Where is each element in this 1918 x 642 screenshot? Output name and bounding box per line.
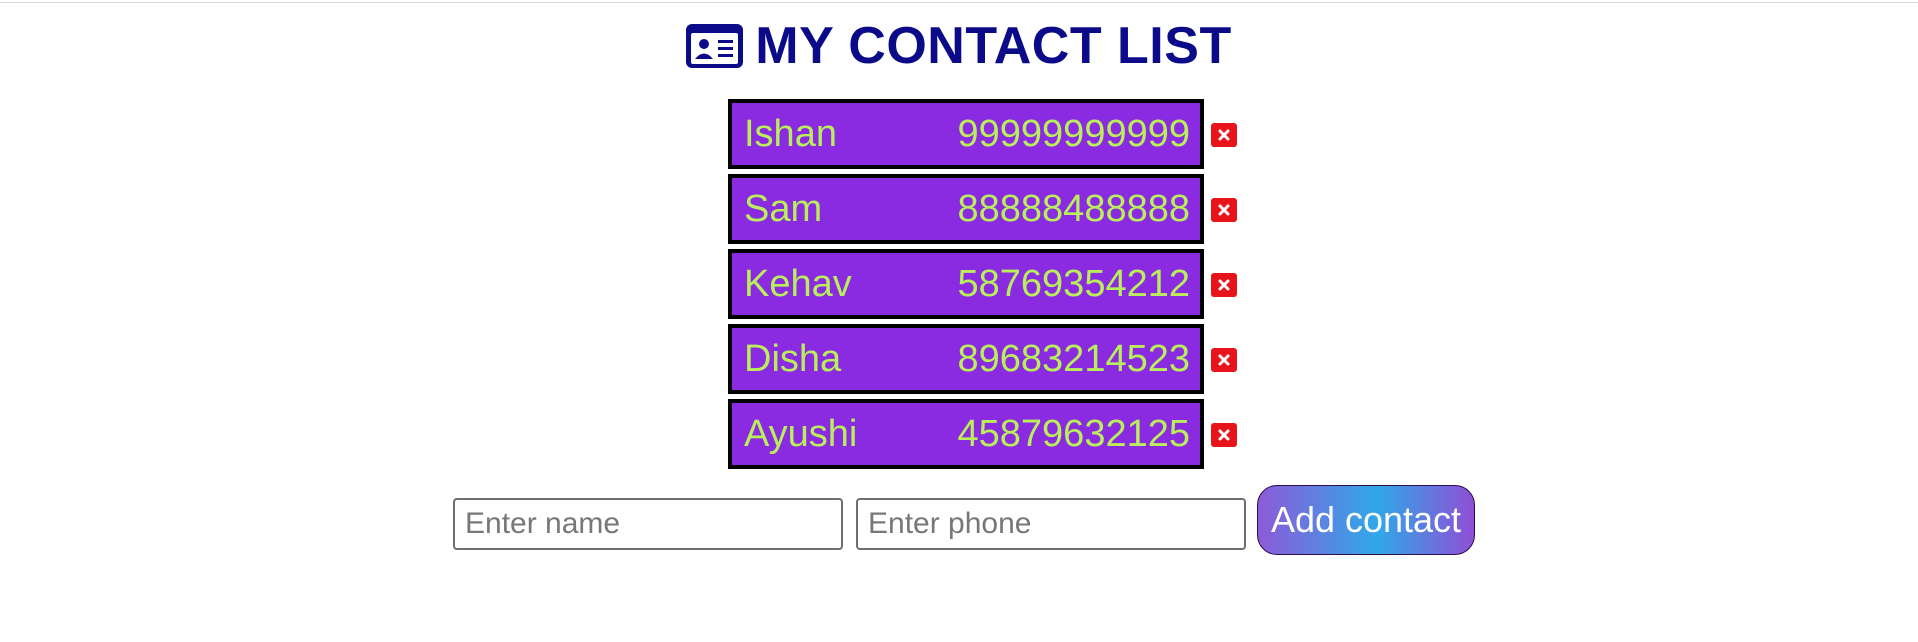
- contact-card-icon: [686, 24, 744, 68]
- contact-phone: 89683214523: [957, 337, 1190, 380]
- close-icon: [1218, 429, 1230, 441]
- close-icon: [1218, 279, 1230, 291]
- add-contact-button[interactable]: Add contact: [1257, 485, 1475, 555]
- contact-name: Ishan: [744, 112, 837, 155]
- close-icon: [1218, 204, 1230, 216]
- page-header: MY CONTACT LIST: [0, 16, 1918, 76]
- contact-card: Sam 88888488888: [728, 174, 1204, 244]
- contact-row: Ayushi 45879632125: [728, 399, 1237, 469]
- contact-name: Kehav: [744, 262, 852, 305]
- contact-name: Ayushi: [744, 412, 858, 455]
- close-icon: [1218, 129, 1230, 141]
- contact-phone: 99999999999: [957, 112, 1190, 155]
- phone-input[interactable]: [856, 498, 1246, 550]
- contact-row: Kehav 58769354212: [728, 249, 1237, 319]
- name-input[interactable]: [453, 498, 843, 550]
- delete-contact-button[interactable]: [1211, 123, 1237, 147]
- contact-phone: 58769354212: [957, 262, 1190, 305]
- contact-row: Ishan 99999999999: [728, 99, 1237, 169]
- page-title: MY CONTACT LIST: [755, 17, 1232, 75]
- top-divider: [0, 2, 1918, 3]
- contact-name: Disha: [744, 337, 842, 380]
- contact-card: Kehav 58769354212: [728, 249, 1204, 319]
- close-icon: [1218, 354, 1230, 366]
- delete-contact-button[interactable]: [1211, 198, 1237, 222]
- contact-row: Sam 88888488888: [728, 174, 1237, 244]
- delete-contact-button[interactable]: [1211, 273, 1237, 297]
- contact-phone: 88888488888: [957, 187, 1190, 230]
- contact-name: Sam: [744, 187, 823, 230]
- delete-contact-button[interactable]: [1211, 423, 1237, 447]
- contact-card: Ishan 99999999999: [728, 99, 1204, 169]
- add-contact-form: Add contact: [453, 485, 1475, 555]
- contact-card: Disha 89683214523: [728, 324, 1204, 394]
- contact-phone: 45879632125: [957, 412, 1190, 455]
- contact-list: Ishan 99999999999 Sam 88888488888 Kehav …: [728, 99, 1237, 474]
- contact-card: Ayushi 45879632125: [728, 399, 1204, 469]
- contact-row: Disha 89683214523: [728, 324, 1237, 394]
- delete-contact-button[interactable]: [1211, 348, 1237, 372]
